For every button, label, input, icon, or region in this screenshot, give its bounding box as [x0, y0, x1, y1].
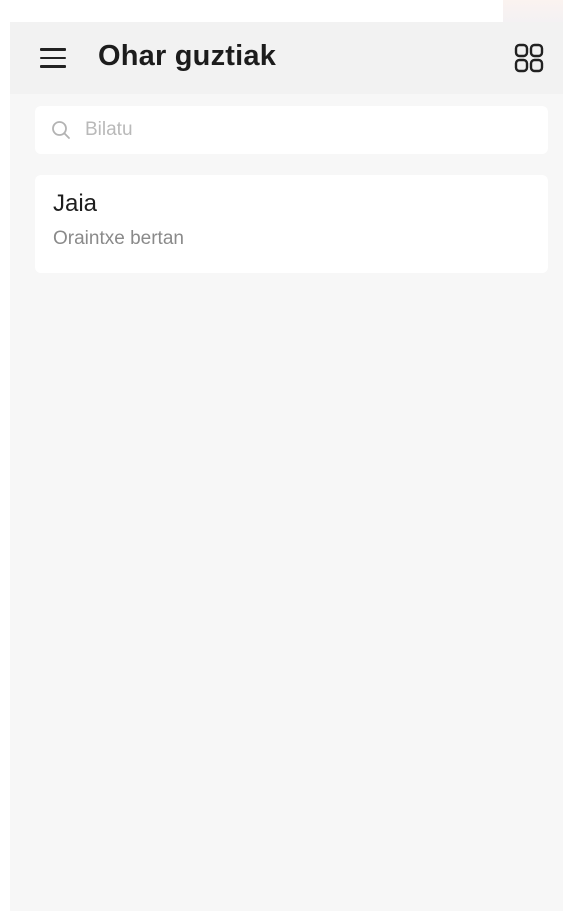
note-title: Jaia	[53, 190, 98, 217]
menu-line	[40, 48, 66, 51]
menu-line	[40, 65, 66, 68]
app-bar: Ohar guztiak	[10, 22, 563, 94]
notes-screen: Ohar guztiak Jaia Oraintxe bertan	[10, 22, 563, 911]
search-bar[interactable]	[35, 106, 548, 154]
page-title: Ohar guztiak	[98, 40, 277, 72]
search-icon	[51, 120, 71, 140]
hamburger-menu-icon[interactable]	[40, 44, 68, 72]
status-corner	[503, 0, 563, 22]
note-card[interactable]: Jaia Oraintxe bertan	[35, 175, 548, 273]
menu-line	[40, 56, 66, 60]
grid-view-icon[interactable]	[513, 42, 545, 74]
search-input[interactable]	[85, 119, 505, 141]
note-timestamp: Oraintxe bertan	[53, 228, 184, 249]
